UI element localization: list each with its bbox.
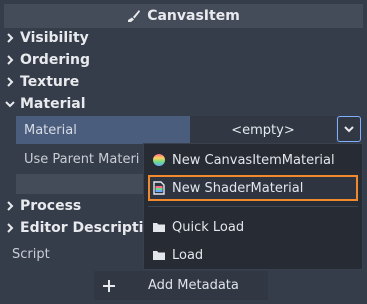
script-property-label: Script xyxy=(12,244,50,264)
menu-item-label: New CanvasItemMaterial xyxy=(172,152,335,168)
shadermaterial-icon xyxy=(153,181,165,195)
menu-separator xyxy=(148,206,358,207)
use-parent-material-label: Use Parent Materi xyxy=(24,148,144,170)
folder-icon xyxy=(153,251,165,260)
chevron-right-icon xyxy=(7,223,14,233)
section-process[interactable]: Process xyxy=(4,195,81,217)
menu-item-new-canvasitemmaterial[interactable]: New CanvasItemMaterial xyxy=(148,147,358,173)
material-value-text: <empty> xyxy=(231,122,295,138)
material-popup-menu: New CanvasItemMaterial New ShaderMateria… xyxy=(143,143,363,270)
section-visibility-label: Visibility xyxy=(20,30,89,46)
script-label-text: Script xyxy=(12,246,50,262)
menu-item-label: Load xyxy=(172,247,204,263)
chevron-right-icon xyxy=(7,77,14,87)
add-metadata-label: Add Metadata xyxy=(148,278,239,293)
section-texture[interactable]: Texture xyxy=(4,71,79,93)
chevron-down-icon xyxy=(344,126,354,133)
section-texture-label: Texture xyxy=(20,74,80,90)
section-material[interactable]: Material xyxy=(4,93,86,115)
section-editor-description[interactable]: Editor Description xyxy=(4,217,163,239)
material-property-label: Material xyxy=(16,116,190,144)
inspector-header: CanvasItem xyxy=(4,4,363,28)
folder-icon xyxy=(153,223,165,232)
chevron-right-icon xyxy=(7,55,14,65)
chevron-right-icon xyxy=(7,201,14,211)
section-ordering-label: Ordering xyxy=(20,52,91,68)
material-value-button[interactable]: <empty> xyxy=(190,116,336,144)
canvasitemmaterial-icon xyxy=(153,154,165,166)
use-parent-material-text: Use Parent Materi xyxy=(24,151,140,167)
menu-item-label: New ShaderMaterial xyxy=(172,180,304,196)
material-dropdown-button[interactable] xyxy=(337,116,361,142)
inspector-header-title: CanvasItem xyxy=(147,8,240,24)
section-editor-description-label: Editor Description xyxy=(20,220,164,236)
chevron-right-icon xyxy=(7,33,14,43)
chevron-down-icon xyxy=(5,101,15,108)
brush-icon xyxy=(128,10,141,22)
section-material-label: Material xyxy=(20,96,86,112)
menu-item-new-shadermaterial[interactable]: New ShaderMaterial xyxy=(148,175,358,201)
section-header-bar xyxy=(16,174,146,194)
section-ordering[interactable]: Ordering xyxy=(4,49,90,71)
section-process-label: Process xyxy=(20,198,82,214)
menu-item-quick-load[interactable]: Quick Load xyxy=(148,214,358,240)
menu-item-load[interactable]: Load xyxy=(148,242,358,268)
plus-icon xyxy=(103,279,115,292)
section-visibility[interactable]: Visibility xyxy=(4,27,89,49)
menu-item-label: Quick Load xyxy=(172,219,245,235)
add-metadata-button[interactable]: Add Metadata xyxy=(94,271,268,300)
material-label-text: Material xyxy=(24,122,77,138)
